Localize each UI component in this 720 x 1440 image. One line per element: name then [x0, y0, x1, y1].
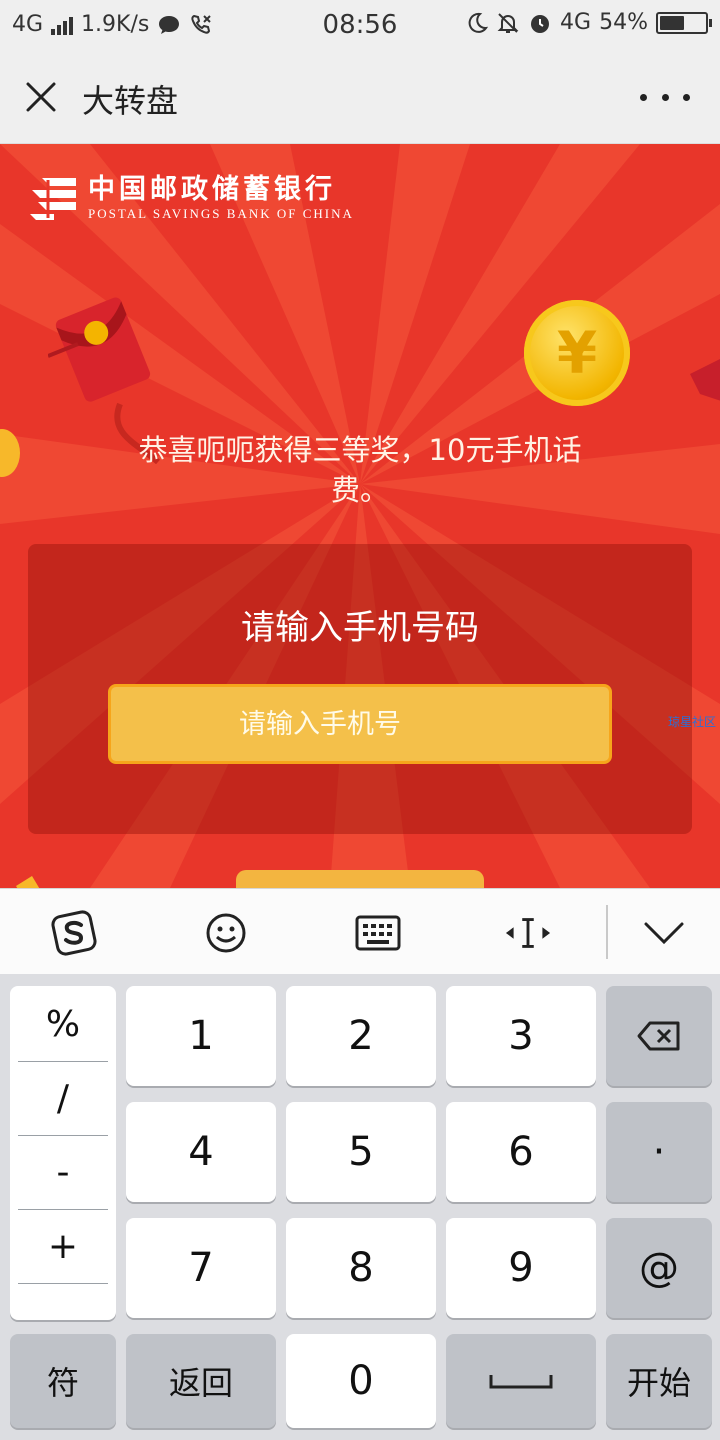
dot-key[interactable]: ·: [606, 1102, 712, 1202]
symbols-key[interactable]: 符: [10, 1334, 116, 1428]
digit-key-5[interactable]: 5: [286, 1102, 436, 1202]
more-options-button[interactable]: [640, 82, 690, 112]
backspace-icon: [637, 1021, 680, 1051]
more-dot-icon: [683, 93, 690, 101]
back-key[interactable]: 返回: [126, 1334, 276, 1428]
cursor-arrows-icon: [505, 918, 551, 948]
status-right: 4G 54%: [466, 10, 712, 35]
space-key[interactable]: [446, 1334, 596, 1428]
symbols-key-label: 符: [46, 1364, 79, 1402]
toolbar-divider: [606, 905, 608, 959]
space-bar-icon: [489, 1375, 553, 1389]
panel-title: 请输入手机号码: [241, 608, 479, 648]
digit-key-8[interactable]: 8: [286, 1218, 436, 1318]
more-dot-icon: [640, 93, 647, 101]
bank-name-block: 中国邮政储蓄银行 POSTAL SAVINGS BANK OF CHINA: [88, 174, 354, 222]
bank-logo: 中国邮政储蓄银行 POSTAL SAVINGS BANK OF CHINA: [28, 174, 354, 222]
symbol-key[interactable]: +: [18, 1210, 108, 1284]
keyboard-toolbar: [0, 888, 720, 974]
backspace-key[interactable]: [606, 986, 712, 1086]
bank-name-cn: 中国邮政储蓄银行: [88, 174, 336, 205]
symbol-column: % / - +: [10, 986, 116, 1320]
cursor-move-button[interactable]: [504, 909, 552, 957]
coin-edge-decoration: [0, 429, 20, 477]
start-key[interactable]: 开始: [606, 1334, 712, 1428]
bank-name-en: POSTAL SAVINGS BANK OF CHINA: [88, 206, 354, 221]
digit-key-7[interactable]: 7: [126, 1218, 276, 1318]
digit-key-0[interactable]: 0: [286, 1334, 436, 1428]
digit-key-9[interactable]: 9: [446, 1218, 596, 1318]
battery-percent: 54%: [599, 10, 648, 35]
page-title: 大转盘: [82, 82, 179, 120]
lottery-page: 中国邮政储蓄银行 POSTAL SAVINGS BANK OF CHINA ¥ …: [0, 144, 720, 888]
close-icon: [26, 82, 56, 112]
start-key-label: 开始: [626, 1364, 691, 1402]
symbol-key[interactable]: /: [18, 1062, 108, 1136]
more-dot-icon: [661, 93, 669, 101]
digit-key-3[interactable]: 3: [446, 986, 596, 1086]
digit-key-4[interactable]: 4: [126, 1102, 276, 1202]
mute-bell-icon: [497, 12, 519, 33]
keyboard-icon: [355, 915, 401, 951]
phone-input[interactable]: [108, 684, 612, 764]
envelope-edge-decoration: [690, 359, 720, 401]
submit-button[interactable]: [236, 870, 484, 888]
numeric-keyboard: % / - + 1 2 3 4 5 6 · 7 8 9 @ 符 返回 0 开始: [0, 974, 720, 1440]
battery-fill: [660, 15, 684, 30]
gold-coin-decoration: ¥: [524, 300, 630, 406]
sogou-button[interactable]: [50, 909, 98, 957]
keyboard-switch-button[interactable]: [354, 909, 402, 957]
watermark-text: 琼星社区: [668, 715, 717, 729]
digit-key-6[interactable]: 6: [446, 1102, 596, 1202]
symbol-key[interactable]: %: [18, 988, 108, 1062]
digit-key-1[interactable]: 1: [126, 986, 276, 1086]
title-bar: 大转盘: [0, 52, 720, 144]
close-button[interactable]: [18, 74, 64, 120]
symbol-key[interactable]: -: [18, 1136, 108, 1210]
prize-message: 恭喜呃呃获得三等奖，10元手机话费。: [138, 433, 582, 507]
sogou-logo-icon: [51, 910, 97, 956]
network-label-right: 4G: [560, 10, 592, 35]
coin-bottom-decoration: [16, 876, 40, 888]
hide-keyboard-button[interactable]: [640, 909, 688, 957]
digit-key-2[interactable]: 2: [286, 986, 436, 1086]
back-key-label: 返回: [168, 1364, 233, 1402]
emoji-button[interactable]: [202, 909, 250, 957]
battery-icon: [656, 11, 712, 34]
chevron-down-icon: [644, 922, 684, 945]
status-bar: 4G 1.9K/s 08:56 4G 54%: [0, 0, 720, 52]
alarm-icon: [531, 14, 550, 33]
at-key[interactable]: @: [606, 1218, 712, 1318]
smiley-icon: [206, 913, 246, 953]
moon-icon: [468, 12, 489, 33]
postal-logo-icon: [30, 178, 76, 220]
phone-entry-panel: 请输入手机号码: [28, 544, 692, 834]
